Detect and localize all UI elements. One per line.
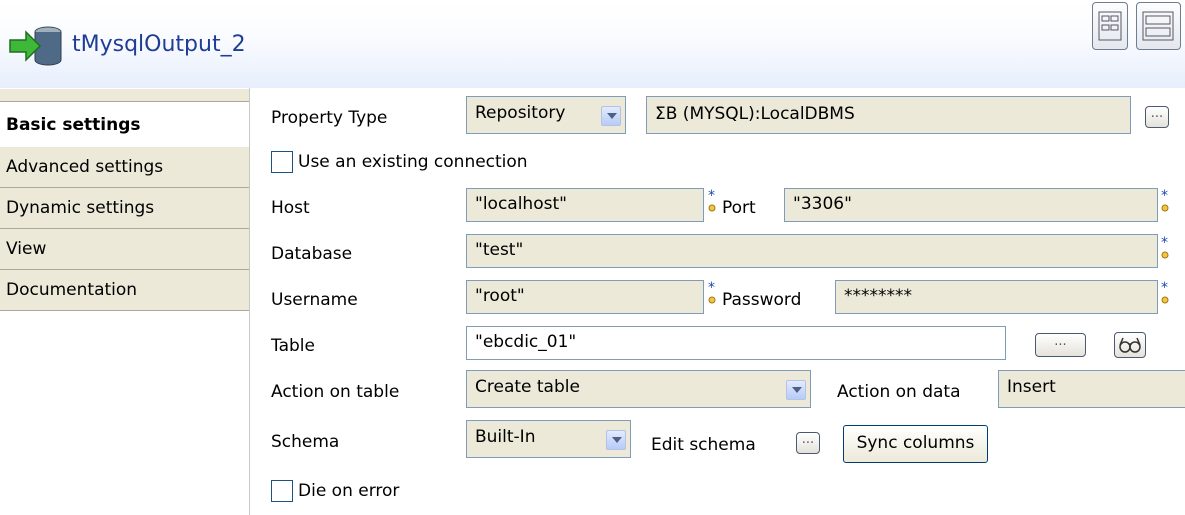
edit-schema-label: Edit schema xyxy=(651,435,756,455)
repository-browse-button[interactable]: ... xyxy=(1145,106,1169,128)
required-icon: * xyxy=(1161,236,1169,259)
port-input[interactable]: "3306" xyxy=(784,188,1158,222)
use-existing-connection-label: Use an existing connection xyxy=(298,152,528,172)
layout-two-columns-icon xyxy=(1098,11,1122,41)
schema-value: Built-In xyxy=(475,427,536,447)
required-icon: * xyxy=(708,281,716,304)
layout-one-column-icon xyxy=(1142,11,1174,41)
username-label: Username xyxy=(271,290,358,310)
edit-schema-button[interactable]: ... xyxy=(796,432,820,454)
action-on-table-value: Create table xyxy=(475,377,580,397)
repository-field: ⵉB (MYSQL):LocalDBMS xyxy=(646,96,1131,134)
tab-basic-settings[interactable]: Basic settings xyxy=(0,105,250,146)
property-type-select[interactable]: Repository xyxy=(466,96,626,134)
host-label: Host xyxy=(271,198,310,218)
settings-tabs: Basic settings Advanced settings Dynamic… xyxy=(0,88,250,515)
database-input[interactable]: "test" xyxy=(466,234,1158,268)
tab-separator xyxy=(249,88,250,515)
two-column-layout-button[interactable] xyxy=(1092,2,1128,50)
tab-documentation[interactable]: Documentation xyxy=(0,270,250,311)
chevron-down-icon[interactable] xyxy=(606,430,626,450)
required-icon: * xyxy=(708,189,716,212)
port-label: Port xyxy=(722,198,756,218)
tab-advanced-settings[interactable]: Advanced settings xyxy=(0,147,250,188)
table-browse-button[interactable]: ... xyxy=(1035,333,1086,357)
db-output-arrow-icon xyxy=(9,26,62,66)
table-input[interactable]: "ebcdic_01" xyxy=(466,326,1006,360)
host-input[interactable]: "localhost" xyxy=(466,188,704,222)
password-input[interactable]: ******** xyxy=(835,280,1158,314)
action-on-table-label: Action on table xyxy=(271,382,400,402)
property-type-value: Repository xyxy=(475,103,566,123)
sync-columns-button[interactable]: Sync columns xyxy=(843,425,988,463)
glasses-icon xyxy=(1119,337,1141,353)
username-input[interactable]: "root" xyxy=(466,280,704,314)
one-column-layout-button[interactable] xyxy=(1136,2,1181,50)
svg-text:*: * xyxy=(1161,189,1168,204)
table-label: Table xyxy=(271,336,315,356)
svg-text:*: * xyxy=(708,281,715,296)
action-on-data-label: Action on data xyxy=(837,382,961,402)
component-title: tMysqlOutput_2 xyxy=(72,32,246,57)
tab-dynamic-settings[interactable]: Dynamic settings xyxy=(0,188,250,229)
action-on-data-select[interactable]: Insert xyxy=(998,370,1185,408)
action-on-table-select[interactable]: Create table xyxy=(466,370,811,408)
required-icon: * xyxy=(1161,189,1169,212)
die-on-error-label: Die on error xyxy=(298,481,400,501)
password-label: Password xyxy=(722,290,802,310)
svg-text:*: * xyxy=(708,189,715,204)
chevron-down-icon[interactable] xyxy=(786,380,806,400)
component-header: tMysqlOutput_2 xyxy=(0,0,1185,88)
guess-table-button[interactable] xyxy=(1114,332,1146,358)
property-type-label: Property Type xyxy=(271,108,388,128)
tab-view[interactable]: View xyxy=(0,229,250,270)
svg-text:*: * xyxy=(1161,236,1168,251)
schema-select[interactable]: Built-In xyxy=(466,420,631,458)
die-on-error-checkbox[interactable] xyxy=(271,480,293,502)
svg-text:*: * xyxy=(1161,281,1168,296)
required-icon: * xyxy=(1161,281,1169,304)
tab-strip xyxy=(0,88,250,102)
schema-label: Schema xyxy=(271,432,340,452)
database-label: Database xyxy=(271,244,353,264)
action-on-data-value: Insert xyxy=(1007,377,1056,397)
chevron-down-icon[interactable] xyxy=(601,106,621,126)
use-existing-connection-checkbox[interactable] xyxy=(271,151,293,173)
